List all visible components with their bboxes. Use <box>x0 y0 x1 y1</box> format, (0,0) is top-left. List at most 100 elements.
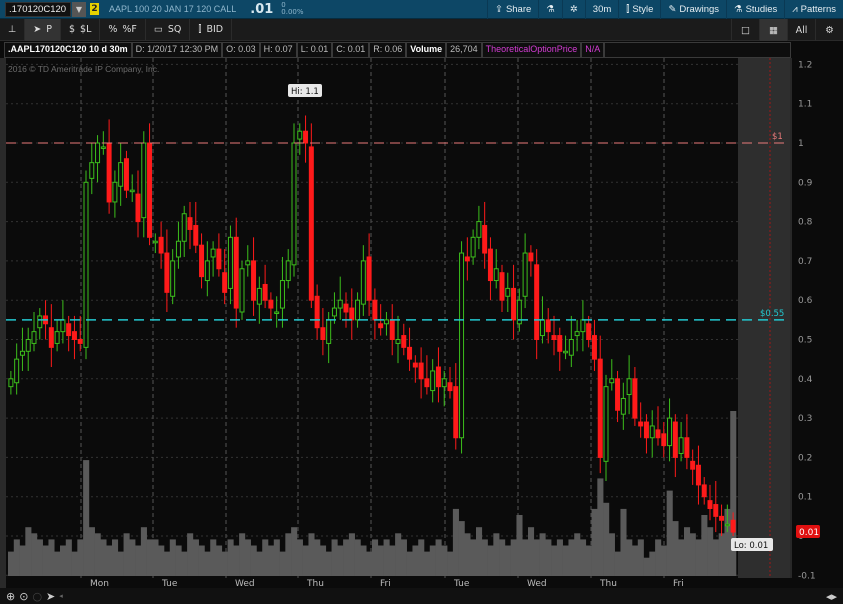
bottom-toolbar: ⊕ ⊙ ○ ➤ ◂ ◂▸ <box>0 588 843 604</box>
square-icon: ▭ <box>153 24 163 35</box>
drawings-button[interactable]: ✎ Drawings <box>660 0 726 19</box>
volume-bar <box>100 539 107 576</box>
candle-up <box>331 307 337 317</box>
volume-bar <box>487 545 494 576</box>
tool-p[interactable]: ➤ P <box>25 18 61 41</box>
grid-layout-button[interactable]: ▦ <box>759 19 787 41</box>
volume-bar <box>94 533 101 576</box>
volume-bar <box>528 527 535 576</box>
candle-down <box>48 327 54 348</box>
candle-down <box>77 339 83 344</box>
volume-bar <box>620 508 627 576</box>
gear-button[interactable]: ⚙ <box>815 19 843 41</box>
price-chart[interactable]: 1.21.110.90.80.70.60.50.40.30.20.10-0.1M… <box>0 58 843 588</box>
volume-bar <box>308 533 315 576</box>
candle-up <box>279 280 285 309</box>
candle-down <box>135 193 141 223</box>
volume-bar <box>470 539 477 576</box>
volume-bar <box>325 551 332 576</box>
flask-icon: ⚗ <box>734 4 743 15</box>
tool-label: P <box>46 24 52 35</box>
pointer-icon[interactable]: ➤ <box>46 590 55 603</box>
study-name[interactable]: TheoreticalOptionPrice <box>481 42 582 58</box>
volume-bar <box>585 545 592 576</box>
tool-label: $L <box>80 24 92 35</box>
volume-bar <box>158 545 165 576</box>
volume-bar <box>377 545 384 576</box>
single-layout-button[interactable]: □ <box>731 19 759 41</box>
candle-down <box>690 460 696 470</box>
candle-up <box>574 331 580 337</box>
volume-bar <box>366 551 373 576</box>
volume-bar <box>19 545 26 576</box>
chart-symbol: .AAPL170120C120 10 d 30m <box>4 42 132 58</box>
volume-bar <box>608 533 615 576</box>
volume-bar <box>597 478 604 576</box>
tool--f[interactable]: % %F <box>100 18 146 41</box>
tool--l[interactable]: $ $L <box>61 18 101 41</box>
volume-bar <box>210 539 217 576</box>
volume-bar <box>695 539 702 576</box>
volume-bar <box>406 551 413 576</box>
symbol-dropdown-icon[interactable]: ▼ <box>72 1 86 17</box>
candle-down <box>106 142 112 203</box>
zoom-out-icon[interactable]: ○ <box>32 590 42 603</box>
candle-down <box>719 515 725 521</box>
share-button[interactable]: ⇪ Share <box>486 0 538 19</box>
volume-bar <box>412 545 419 576</box>
copyright: 2016 © TD Ameritrade IP Company, Inc. <box>8 64 160 74</box>
flask-icon-button[interactable]: ⚗ <box>538 0 562 19</box>
all-button[interactable]: All <box>787 19 815 41</box>
candle-down <box>216 248 222 270</box>
candle-up <box>620 397 626 415</box>
30m-button[interactable]: 30m <box>584 0 618 19</box>
tool-sq[interactable]: ▭ SQ <box>146 18 191 41</box>
scroll-arrow-icon[interactable]: ◂ <box>59 592 63 600</box>
candle-up <box>100 146 106 149</box>
price-change: 0 0.00% <box>281 2 303 16</box>
patterns-button[interactable]: ⩘ Patterns <box>784 0 843 19</box>
candle-up <box>609 378 615 384</box>
volume-bar <box>164 551 171 576</box>
volume-bar <box>591 508 598 576</box>
volume-bar <box>354 539 361 576</box>
button-label: Style <box>632 4 654 15</box>
candle-up <box>170 260 176 297</box>
candle-up <box>476 221 482 238</box>
volume-bar <box>551 545 558 576</box>
volume-bar <box>71 551 78 576</box>
candle-down <box>464 256 470 262</box>
gear-icon-button[interactable]: ✲ <box>561 0 585 19</box>
tool-pin-icon[interactable]: ⊥ <box>0 18 26 41</box>
candle-up <box>31 331 37 344</box>
candle-up <box>204 260 210 282</box>
volume-bar <box>60 545 67 576</box>
volume-bar <box>36 539 43 576</box>
volume-bar <box>48 539 55 576</box>
studies-button[interactable]: ⚗ Studies <box>726 0 784 19</box>
volume-bar <box>233 545 240 576</box>
candle-up <box>83 181 89 348</box>
last-price: .01 <box>250 1 274 17</box>
y-tick-label: 0.8 <box>798 218 813 228</box>
expand-icon[interactable]: ◂▸ <box>826 590 837 603</box>
crosshair-icon[interactable]: ⊕ <box>6 590 15 603</box>
symbol-input[interactable]: .170120C120 <box>5 1 71 17</box>
style-button[interactable]: ⫿ Style <box>618 0 660 19</box>
zoom-in-icon[interactable]: ⊙ <box>19 590 28 603</box>
gear-icon: ✲ <box>569 4 578 15</box>
tool-bid[interactable]: ⫿ BID <box>190 18 233 41</box>
candle-down <box>158 236 164 254</box>
volume-bar <box>123 533 130 576</box>
candle-up <box>175 240 181 258</box>
candle-up <box>395 339 401 344</box>
pencil-icon: ✎ <box>668 4 677 15</box>
volume-bar <box>418 539 425 576</box>
candle-down <box>643 421 649 439</box>
volume-bar <box>574 533 581 576</box>
link-badge[interactable]: 2 <box>90 3 99 15</box>
volume-bar <box>707 527 714 576</box>
x-day-label: Thu <box>599 579 617 588</box>
volume-bar <box>31 533 38 576</box>
volume-bar <box>476 527 483 576</box>
